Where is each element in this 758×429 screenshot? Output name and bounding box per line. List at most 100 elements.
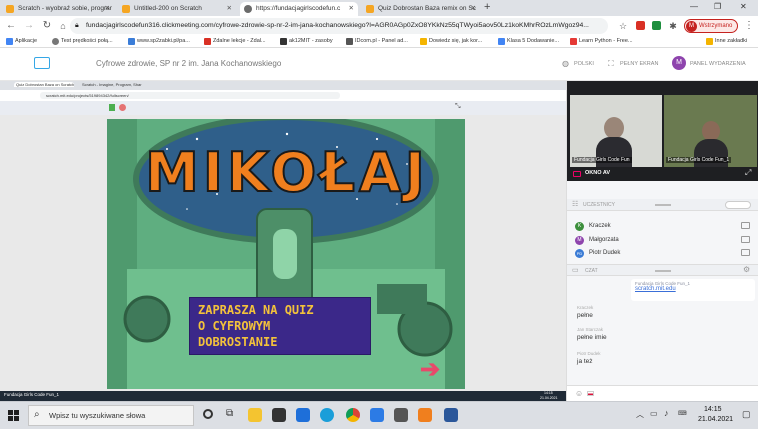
chat-input-bar[interactable]: ☺ — [567, 385, 758, 401]
exit-fullscreen-icon[interactable]: ⤡ — [455, 103, 461, 111]
bookmark-item[interactable]: ak12MIT - zasoby — [280, 38, 333, 45]
bookmark-item[interactable]: Klasa 5 Dodawanie... — [498, 38, 559, 45]
home-icon[interactable]: ⌂ — [56, 19, 70, 33]
inner-url: scratch.mit.edu/projects/519894342/fulls… — [40, 92, 340, 99]
bookmark-item[interactable]: IDcom.pl - Panel ad... — [346, 38, 408, 45]
bookmark-item[interactable]: Inne zakładki — [706, 38, 747, 45]
file-explorer-icon[interactable] — [248, 408, 262, 422]
site-icon — [420, 38, 427, 45]
emoji-icon[interactable]: ☺ — [575, 389, 583, 398]
collapse-handle[interactable] — [655, 204, 671, 206]
chat-link[interactable]: scratch.mit.edu — [631, 286, 755, 292]
close-tab-icon[interactable]: ✕ — [227, 2, 232, 16]
extension-icon[interactable] — [636, 21, 645, 30]
attendee-row[interactable]: K Kraczek — [575, 221, 755, 233]
clock-time[interactable]: 14:15 — [704, 406, 722, 413]
scratch-game-stage[interactable]: MIKOŁAJ ZAPRASZA NA QUIZ O CYFROWYM DOBR… — [107, 119, 465, 389]
task-view-icon[interactable]: ⧉ — [226, 408, 233, 419]
cortana-icon[interactable] — [203, 409, 213, 419]
mail-icon[interactable] — [296, 408, 310, 422]
avatar[interactable]: M — [672, 56, 686, 70]
app-icon[interactable] — [370, 408, 384, 422]
app-icon[interactable] — [394, 408, 408, 422]
maximize-button[interactable]: ❐ — [714, 2, 721, 11]
attendee-name: Małgorzata — [589, 237, 619, 243]
next-arrow-icon[interactable]: ➔ — [420, 355, 440, 384]
bookmarks-bar: Aplikacje Test prędkości połą... www.sp2… — [0, 36, 758, 48]
minimize-button[interactable]: — — [690, 2, 698, 11]
notifications-icon[interactable]: ▢ — [742, 409, 751, 420]
bookmark-item[interactable]: Aplikacje — [6, 38, 37, 45]
search-box[interactable] — [725, 201, 751, 209]
flag-icon[interactable] — [587, 391, 594, 396]
inner-taskbar-label: Fundacja Girls Code Fun_1 — [4, 392, 60, 397]
apps-grid-icon — [6, 38, 13, 45]
clock-date[interactable]: 21.04.2021 — [698, 416, 733, 423]
browser-tab[interactable]: Untitled-200 on Scratch ✕ — [118, 2, 236, 16]
joystick — [273, 229, 297, 279]
bookmark-item[interactable]: www.sp2zabki.pl/pa... — [128, 38, 190, 45]
inner-clock-time: 14:15 — [544, 391, 553, 395]
camera-icon — [573, 171, 581, 177]
windows-start-icon[interactable] — [8, 410, 19, 421]
bookmark-item[interactable]: Zdalne lekcje - Zdal... — [204, 38, 266, 45]
profile-label: Wstrzymano — [699, 23, 733, 29]
side-panel: Fundacja Girls Code Fun Fundacja Girls C… — [566, 81, 758, 401]
volume-icon[interactable]: ♪ — [664, 408, 669, 418]
attendee-row[interactable]: PD Piotr Dudek — [575, 248, 755, 260]
quiz-line: O CYFROWYM — [198, 319, 271, 333]
reload-icon[interactable]: ↻ — [40, 19, 54, 33]
kebab-menu-icon[interactable]: ⋮ — [742, 19, 756, 33]
taskbar-search[interactable]: ⌕ Wpisz tu wyszukiwane słowa — [28, 405, 194, 426]
video-tile[interactable]: Fundacja Girls Code Fun_1 — [664, 95, 757, 167]
attendees-title: UCZESTNICY — [583, 202, 615, 208]
address-bar[interactable]: 🔒︎ fundacjagirlscodefun316.clickmeeting.… — [70, 18, 608, 34]
attendees-header[interactable]: ☷ UCZESTNICY — [567, 199, 758, 211]
gear-icon[interactable]: ⚙ — [743, 265, 750, 274]
network-icon[interactable]: ▭ — [650, 409, 658, 418]
globe-favicon-icon — [244, 5, 252, 13]
back-arrow-icon[interactable]: ← — [4, 19, 18, 33]
profile-chip[interactable]: M Wstrzymano — [684, 19, 738, 33]
video-tile[interactable]: Fundacja Girls Code Fun — [570, 95, 662, 167]
monitor-icon[interactable] — [741, 249, 750, 256]
monitor-icon[interactable] — [741, 222, 750, 229]
browser-tab[interactable]: Scratch - wyobraź sobie, prograr ✕ — [2, 2, 114, 16]
tray-chevron-icon[interactable]: ︿ — [636, 409, 644, 420]
popout-icon[interactable]: ⤢ — [745, 168, 751, 178]
shared-browser-window: Quiz Dobrostan Baza on Scratch Scratch -… — [0, 81, 566, 401]
monitor-icon[interactable] — [741, 236, 750, 243]
event-panel-button[interactable]: PANEL WYDARZENIA — [690, 61, 746, 67]
bookmark-star-icon[interactable]: ☆ — [616, 19, 630, 33]
chat-header[interactable]: ▭ CZAT ⚙ — [567, 264, 758, 276]
fullscreen-button[interactable]: PEŁNY EKRAN — [620, 61, 658, 67]
edge-icon[interactable] — [320, 408, 334, 422]
close-tab-icon[interactable]: ✕ — [105, 2, 110, 16]
stop-icon[interactable] — [119, 104, 126, 111]
bookmark-item[interactable]: Learn Python - Free... — [570, 38, 633, 45]
tab-label: Quiz Dobrostan Baza remix on Sc — [378, 5, 476, 12]
language-indicator[interactable]: ⌨ — [678, 410, 687, 417]
collapse-handle[interactable] — [655, 270, 671, 272]
close-window-button[interactable]: ✕ — [740, 2, 747, 11]
word-icon[interactable] — [444, 408, 458, 422]
bookmark-item[interactable]: Dowiedz się, jak kor... — [420, 38, 482, 45]
forward-arrow-icon[interactable]: → — [22, 19, 36, 33]
attendee-row[interactable]: M Małgorzata — [575, 235, 755, 247]
language-selector[interactable]: POLSKI — [574, 61, 594, 67]
green-flag-icon[interactable] — [109, 104, 115, 111]
extension-icon[interactable] — [652, 21, 661, 30]
close-tab-icon[interactable]: ✕ — [471, 2, 476, 16]
puzzle-extensions-icon[interactable]: ✱ — [666, 19, 680, 33]
av-window-label[interactable]: OKNO AV — [585, 170, 610, 176]
bookmark-item[interactable]: Test prędkości połą... — [52, 38, 113, 45]
new-tab-button[interactable]: + — [484, 1, 490, 13]
screen-share-icon[interactable] — [34, 57, 50, 69]
globe-icon — [52, 38, 59, 45]
browser-tab[interactable]: Quiz Dobrostan Baza remix on Sc ✕ — [362, 2, 480, 16]
app-icon[interactable] — [418, 408, 432, 422]
browser-tab-active[interactable]: https://fundacjagirlscodefun.c ✕ — [240, 2, 358, 16]
close-tab-icon[interactable]: ✕ — [349, 2, 354, 16]
store-icon[interactable] — [272, 408, 286, 422]
chrome-icon[interactable] — [346, 408, 360, 422]
